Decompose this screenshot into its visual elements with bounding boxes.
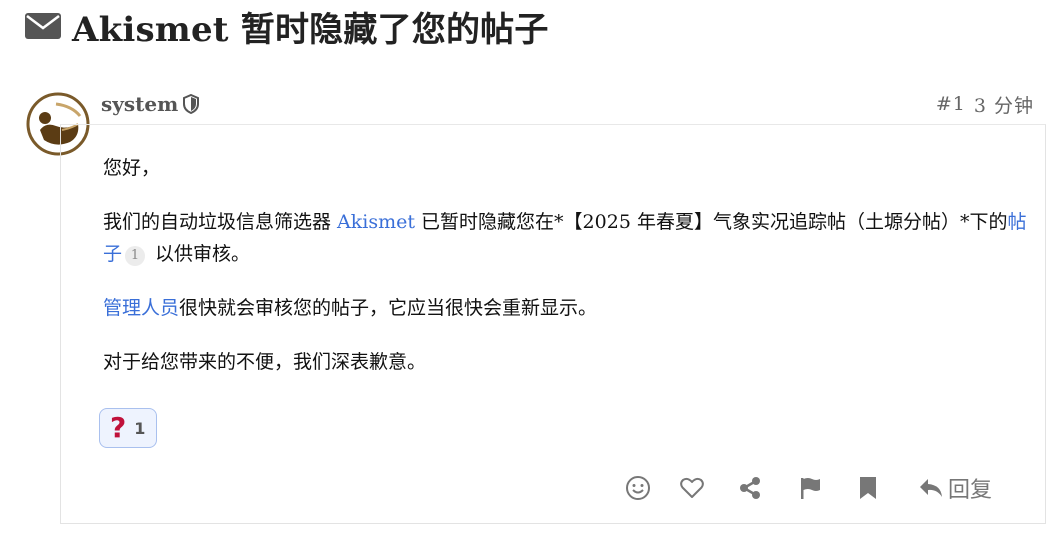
shield-icon [183,94,200,114]
link-click-count: 1 [125,246,146,266]
smile-icon[interactable] [620,470,656,506]
reply-icon [920,479,942,497]
question-mark-icon: ? [110,411,127,444]
greeting: 您好， [103,157,161,179]
reply-button[interactable]: 回复 [918,470,992,506]
topic-title: Akismet 暂时隐藏了您的帖子 [72,9,549,50]
paragraph-1: 我们的自动垃圾信息筛选器 Akismet 已暂时隐藏您在*【2025 年春夏】气… [103,206,1033,270]
username[interactable]: system [101,92,178,116]
para2-text: 很快就会审核您的帖子，它应当很快会重新显示。 [179,297,598,319]
paragraph-2: 管理人员很快就会审核您的帖子，它应当很快会重新显示。 [103,292,1033,324]
reply-label: 回复 [948,478,993,503]
akismet-link[interactable]: Akismet [337,211,415,233]
post-age[interactable]: 3 分钟 [974,91,1034,118]
para1-middle: 已暂时隐藏您在*【2025 年春夏】气象实况追踪帖（土塬分帖）*下的 [415,211,1008,233]
post-body: 您好， 我们的自动垃圾信息筛选器 Akismet 已暂时隐藏您在*【2025 年… [103,152,1033,400]
post-number[interactable]: #1 [936,93,966,115]
flag-icon[interactable] [792,470,828,506]
topic-header: Akismet 暂时隐藏了您的帖子 [24,4,549,50]
envelope-icon [25,13,61,39]
para1-after: 以供审核。 [149,243,251,265]
heart-icon[interactable] [674,470,710,506]
post-author: system [101,90,200,118]
reaction-button[interactable]: ? 1 [99,408,157,448]
paragraph-3: 对于给您带来的不便，我们深表歉意。 [103,351,427,373]
reaction-count: 1 [134,418,146,438]
para1-before: 我们的自动垃圾信息筛选器 [103,211,338,233]
post-actions: 回复 [620,470,1022,506]
staff-link[interactable]: 管理人员 [103,297,179,319]
bookmark-icon[interactable] [850,470,886,506]
post-meta: #1 3 分钟 [936,90,1034,118]
share-icon[interactable] [732,470,768,506]
